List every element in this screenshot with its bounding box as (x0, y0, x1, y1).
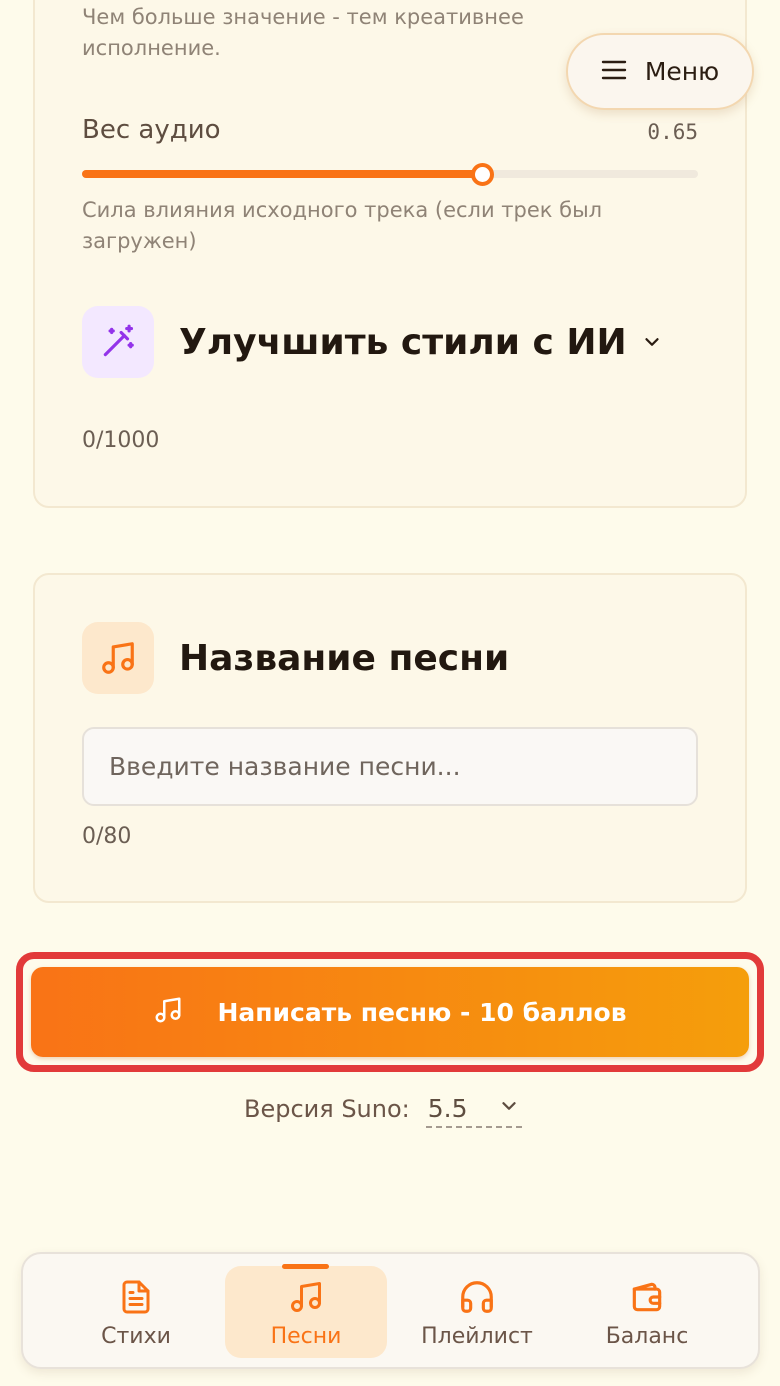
music-note-icon (82, 622, 154, 694)
write-song-label: Написать песню - 10 баллов (217, 997, 627, 1027)
suno-version: Версия Suno: 5.5 (244, 1090, 522, 1128)
nav-label-lyrics: Стихи (101, 1324, 171, 1349)
audio-weight-label: Вес аудио (82, 115, 221, 145)
music-note-icon (288, 1278, 324, 1316)
song-title-input[interactable] (82, 727, 698, 806)
magic-wand-icon (82, 306, 154, 378)
creativity-hint: Чем больше значение - тем креативнее исп… (82, 5, 524, 60)
song-title-counter: 0/80 (82, 824, 132, 849)
audio-weight-value: 0.65 (647, 120, 698, 144)
write-song-button[interactable]: Написать песню - 10 баллов (31, 967, 749, 1057)
chevron-down-icon (498, 1095, 520, 1121)
wallet-icon (628, 1278, 666, 1316)
menu-button[interactable]: Меню (566, 33, 754, 110)
audio-weight-hint: Сила влияния исходного трека (если трек … (82, 198, 603, 253)
active-indicator (282, 1264, 329, 1269)
nav-label-balance: Баланс (605, 1324, 689, 1349)
improve-styles-counter: 0/1000 (82, 428, 160, 453)
document-icon (118, 1278, 154, 1316)
music-note-icon (153, 995, 183, 1029)
headphones-icon (458, 1278, 496, 1316)
version-value: 5.5 (427, 1093, 468, 1123)
song-title-header: Название песни (82, 622, 509, 694)
improve-styles-toggle[interactable]: Улучшить стили с ИИ (82, 306, 663, 378)
bottom-navigation: Стихи Песни Плейлист Баланс (21, 1252, 760, 1369)
hamburger-icon (601, 59, 627, 85)
version-select[interactable]: 5.5 (425, 1090, 522, 1128)
menu-label: Меню (644, 57, 720, 86)
chevron-down-icon (641, 331, 663, 353)
nav-label-songs: Песни (270, 1324, 342, 1349)
improve-styles-title: Улучшить стили с ИИ (179, 321, 627, 363)
nav-item-playlist[interactable]: Плейлист (396, 1266, 558, 1358)
nav-item-lyrics[interactable]: Стихи (55, 1266, 217, 1358)
song-title-heading: Название песни (179, 637, 510, 679)
nav-label-playlist: Плейлист (421, 1324, 533, 1349)
page: Чем больше значение - тем креативнее исп… (0, 0, 780, 1386)
slider-thumb[interactable] (471, 163, 494, 186)
audio-weight-slider[interactable] (82, 163, 698, 186)
nav-item-balance[interactable]: Баланс (566, 1266, 728, 1358)
version-label: Версия Suno: (244, 1095, 410, 1123)
slider-fill (82, 170, 482, 178)
nav-item-songs[interactable]: Песни (225, 1264, 387, 1358)
